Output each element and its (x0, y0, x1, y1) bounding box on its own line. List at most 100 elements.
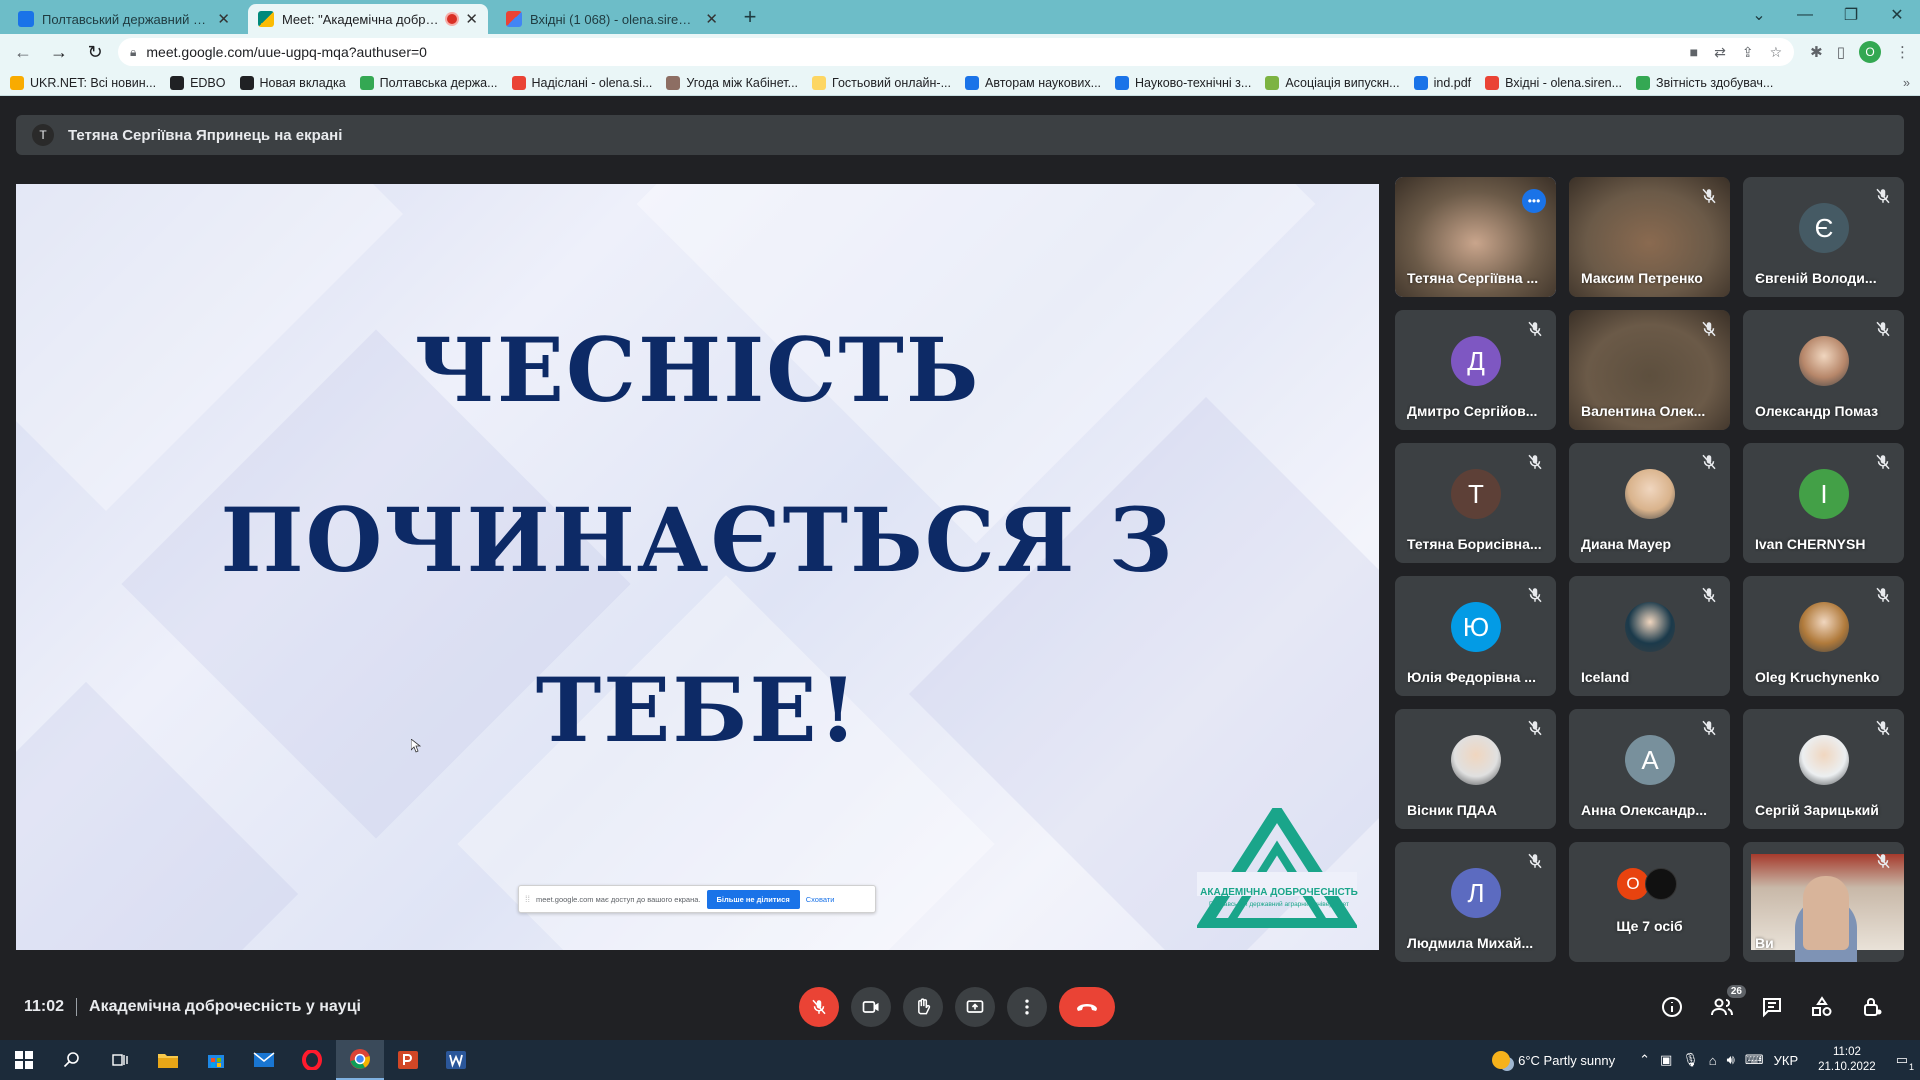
minimize-button[interactable]: — (1782, 6, 1828, 24)
participant-tile[interactable]: Диана Мауер (1569, 443, 1730, 563)
participant-tile[interactable]: Валентина Олек... (1569, 310, 1730, 430)
notification-center-icon[interactable]: ▭ 1 (1896, 1052, 1914, 1072)
presenter-banner-text: Тетяна Сергіївна Япринець на екрані (68, 126, 343, 144)
microsoft-store-button[interactable] (192, 1040, 240, 1080)
bookmark-item[interactable]: ind.pdf (1413, 75, 1471, 90)
info-icon (1662, 997, 1682, 1017)
task-view-button[interactable] (96, 1040, 144, 1080)
bookmarks-overflow-icon[interactable]: » (1903, 76, 1910, 90)
tab-search-icon[interactable]: ⌄ (1736, 5, 1782, 25)
present-screen-button[interactable] (955, 987, 995, 1027)
microphone-tray-icon[interactable]: 🎙︎ (1682, 1052, 1699, 1068)
chat-button[interactable] (1760, 995, 1784, 1019)
activities-button[interactable] (1810, 995, 1834, 1019)
file-explorer-button[interactable] (144, 1040, 192, 1080)
close-tab-icon[interactable]: ✕ (705, 10, 718, 28)
participant-tile[interactable]: А Анна Олександр... (1569, 709, 1730, 829)
bookmark-item[interactable]: Полтавська держа... (359, 75, 498, 90)
lock-icon[interactable]: 🔒︎ (130, 45, 136, 60)
participant-tile[interactable]: Iceland (1569, 576, 1730, 696)
people-button[interactable]: 26 (1710, 985, 1746, 1019)
powerpoint-button[interactable] (384, 1040, 432, 1080)
mail-app-button[interactable] (240, 1040, 288, 1080)
stop-sharing-button[interactable]: Більше не ділитися (706, 889, 800, 909)
bookmark-item[interactable]: Авторам наукових... (965, 75, 1101, 90)
recording-indicator-icon (447, 14, 458, 24)
browser-tab-meet[interactable]: Meet: "Академічна доброче ✕ (248, 4, 488, 34)
participant-tile[interactable]: Вісник ПДАА (1395, 709, 1556, 829)
word-button[interactable] (432, 1040, 480, 1080)
participant-avatar (1799, 336, 1849, 386)
bookmark-item[interactable]: Асоціація випускн... (1265, 75, 1400, 90)
restore-button[interactable]: ❐ (1828, 5, 1874, 25)
input-language[interactable]: УКР (1774, 1053, 1799, 1068)
bookmark-item[interactable]: Новая вкладка (239, 75, 346, 90)
microphone-toggle-button[interactable] (799, 987, 839, 1027)
bookmark-item[interactable]: Надіслані - olena.si... (511, 75, 652, 90)
activities-shapes-icon (1812, 996, 1832, 1016)
camera-toggle-button[interactable] (851, 987, 891, 1027)
host-controls-button[interactable] (1860, 995, 1884, 1019)
network-icon[interactable]: ⌂ (1709, 1053, 1717, 1068)
browser-tab-pdaa[interactable]: Полтавський державний аграрн ✕ (8, 4, 240, 34)
close-tab-icon[interactable]: ✕ (217, 10, 230, 28)
more-options-button[interactable] (1007, 987, 1047, 1027)
tray-chevron-up-icon[interactable]: ⌃ (1639, 1052, 1650, 1068)
bookmark-item[interactable]: Науково-технічні з... (1115, 75, 1251, 90)
share-icon[interactable]: ⇪ (1742, 44, 1754, 61)
bookmark-item[interactable]: EDBO (170, 75, 226, 90)
bookmark-item[interactable]: UKR.NET: Всі новин... (10, 75, 156, 90)
participant-tile[interactable]: Oleg Kruchynenko (1743, 576, 1904, 696)
system-tray: 6°C Partly sunny ⌃ ▣ 🎙︎ ⌂ 🔊︎ ⌨ УКР 11:02… (1492, 1040, 1920, 1080)
bookmark-favicon-icon (511, 75, 526, 90)
participant-tile[interactable]: Олександр Помаз (1743, 310, 1904, 430)
close-tab-icon[interactable]: ✕ (465, 10, 478, 28)
camera-tray-icon[interactable]: ▣ (1660, 1052, 1672, 1068)
participant-tile[interactable]: Т Тетяна Борисівна... (1395, 443, 1556, 563)
opera-browser-button[interactable] (288, 1040, 336, 1080)
participant-tile[interactable]: Є Євгеній Володи... (1743, 177, 1904, 297)
camera-in-use-icon[interactable]: ■ (1690, 44, 1698, 61)
bookmark-item[interactable]: Гостьовий онлайн-... (812, 75, 951, 90)
meeting-details-button[interactable] (1660, 995, 1684, 1019)
opera-logo-icon (302, 1050, 322, 1070)
hide-notice-button[interactable]: Сховати (806, 895, 835, 904)
self-view-tile[interactable]: Ви (1743, 842, 1904, 962)
bookmark-item[interactable]: Звітність здобувач... (1636, 75, 1773, 90)
reload-button[interactable]: ↻ (82, 42, 108, 63)
bookmark-item[interactable]: Вхідні - olena.siren... (1485, 75, 1622, 90)
address-bar[interactable]: 🔒︎ meet.google.com/uue-ugpq-mqa?authuser… (118, 38, 1795, 66)
keyboard-icon[interactable]: ⌨ (1745, 1052, 1764, 1068)
browser-menu-icon[interactable]: ⋮ (1895, 43, 1910, 61)
extensions-puzzle-icon[interactable]: ✱ (1810, 43, 1823, 61)
participant-tile[interactable]: Сергій Зарицький (1743, 709, 1904, 829)
chrome-browser-button[interactable] (336, 1040, 384, 1080)
back-button[interactable]: ← (10, 42, 36, 63)
participant-tile[interactable]: Д Дмитро Сергійов... (1395, 310, 1556, 430)
raise-hand-button[interactable] (903, 987, 943, 1027)
volume-icon[interactable]: 🔊︎ (1727, 1052, 1735, 1068)
participant-tile[interactable]: Ю Юлія Федорівна ... (1395, 576, 1556, 696)
close-window-button[interactable]: ✕ (1874, 5, 1920, 25)
browser-tab-gmail[interactable]: Вхідні (1 068) - olena.sirenko@p ✕ (496, 4, 728, 34)
taskbar-search-button[interactable] (48, 1040, 96, 1080)
profile-avatar[interactable]: O (1859, 41, 1881, 63)
participant-tile[interactable]: I Ivan CHERNYSH (1743, 443, 1904, 563)
bookmark-item[interactable]: Угода між Кабінет... (666, 75, 798, 90)
mic-muted-icon (1874, 187, 1892, 205)
participant-tile[interactable]: Тетяна Сергіївна ... ••• (1395, 177, 1556, 297)
weather-widget[interactable]: 6°C Partly sunny (1492, 1051, 1615, 1069)
more-participants-tile[interactable]: O Ще 7 осіб (1569, 842, 1730, 962)
taskbar-clock[interactable]: 11:02 21.10.2022 (1818, 1045, 1876, 1075)
translate-icon[interactable]: ⇄ (1714, 44, 1726, 61)
drag-handle-icon[interactable]: ⁞⁞ (525, 894, 530, 904)
forward-button[interactable]: → (46, 42, 72, 63)
bookmark-star-icon[interactable]: ☆ (1770, 44, 1783, 61)
windows-start-button[interactable] (0, 1040, 48, 1080)
leave-call-button[interactable] (1059, 987, 1115, 1027)
side-panel-icon[interactable]: ▯ (1837, 43, 1845, 61)
participant-tile[interactable]: Л Людмила Михай... (1395, 842, 1556, 962)
tile-options-icon[interactable]: ••• (1522, 189, 1546, 213)
new-tab-button[interactable]: + (738, 4, 762, 30)
participant-tile[interactable]: Максим Петренко (1569, 177, 1730, 297)
